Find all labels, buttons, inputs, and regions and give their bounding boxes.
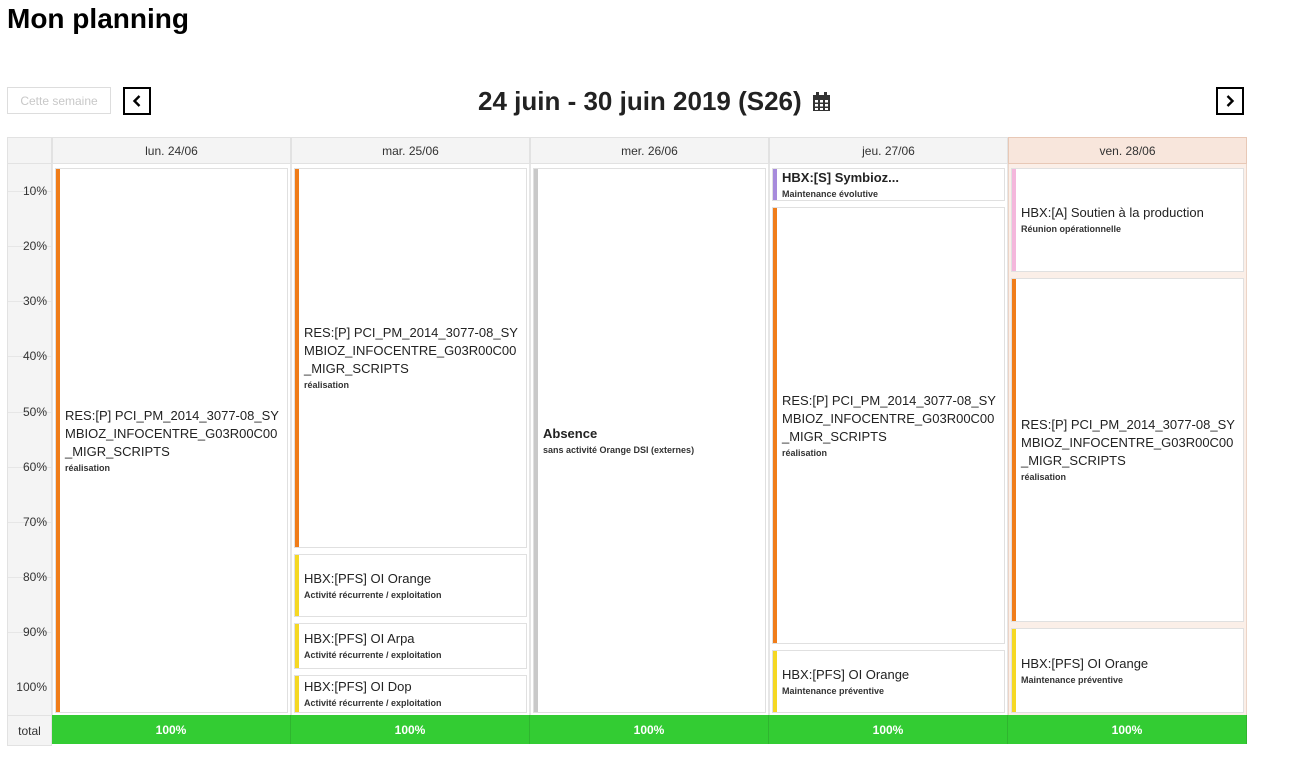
axis-label: 70% xyxy=(22,515,47,529)
event-title: RES:[P] PCI_PM_2014_3077-08_SYMBIOZ_INFO… xyxy=(304,325,518,376)
axis-label: 30% xyxy=(22,294,47,308)
event-color-bar xyxy=(295,555,299,616)
day-header: lun. 24/06 xyxy=(52,137,291,164)
day-header: mar. 25/06 xyxy=(291,137,530,164)
day-column[interactable]: HBX:[A] Soutien à la production Réunion o… xyxy=(1008,164,1247,715)
week-range-heading: 24 juin - 30 juin 2019 (S26) xyxy=(478,86,831,117)
percentage-axis: 10% 20% 30% 40% 50% 60% 70% 80% 90% 100% xyxy=(7,164,52,715)
event-color-bar xyxy=(295,624,299,668)
event-subtitle: Réunion opérationnelle xyxy=(1021,224,1122,234)
planning-event[interactable]: RES:[P] PCI_PM_2014_3077-08_SYMBIOZ_INFO… xyxy=(772,207,1005,644)
day-header: mer. 26/06 xyxy=(530,137,769,164)
event-color-bar xyxy=(773,169,777,200)
planning-event[interactable]: HBX:[A] Soutien à la production Réunion o… xyxy=(1011,168,1244,272)
event-subtitle: Activité récurrente / exploitation xyxy=(304,698,442,708)
planning-event[interactable]: HBX:[PFS] OI Arpa Activité récurrente / e… xyxy=(294,623,527,669)
total-label: total xyxy=(7,715,52,746)
planning-event[interactable]: HBX:[PFS] OI Orange Maintenance préventiv… xyxy=(772,650,1005,713)
axis-label: 40% xyxy=(22,349,47,363)
axis-label: 10% xyxy=(22,184,47,198)
this-week-button[interactable]: Cette semaine xyxy=(7,87,111,114)
planning-grid: 10% 20% 30% 40% 50% 60% 70% 80% 90% 100% total lu… xyxy=(7,137,1247,746)
event-title: RES:[P] PCI_PM_2014_3077-08_SYMBIOZ_INFO… xyxy=(65,407,279,459)
event-color-bar xyxy=(295,676,299,712)
planning-event[interactable]: HBX:[S] Symbioz... Maintenance évolutive xyxy=(772,168,1005,201)
day-total: 100% xyxy=(769,715,1008,744)
event-subtitle: réalisation xyxy=(304,380,350,390)
previous-week-button[interactable] xyxy=(123,87,151,115)
planning-event[interactable]: HBX:[PFS] OI Orange Activité récurrente /… xyxy=(294,554,527,617)
day-column[interactable]: HBX:[S] Symbioz... Maintenance évolutive R… xyxy=(769,164,1008,715)
event-color-bar xyxy=(1012,279,1016,621)
event-title: RES:[P] PCI_PM_2014_3077-08_SYMBIOZ_INFO… xyxy=(1021,417,1235,468)
event-color-bar xyxy=(1012,629,1016,712)
calendar-icon[interactable] xyxy=(812,91,831,112)
planning-event[interactable]: Absence sans activité Orange DSI (externe… xyxy=(533,168,766,713)
axis-header-corner xyxy=(7,137,52,164)
day-total: 100% xyxy=(1008,715,1247,744)
event-color-bar xyxy=(56,169,60,712)
event-subtitle: réalisation xyxy=(1021,472,1067,482)
event-subtitle: Activité récurrente / exploitation xyxy=(304,650,442,660)
axis-label: 100% xyxy=(16,680,47,694)
day-column[interactable]: RES:[P] PCI_PM_2014_3077-08_SYMBIOZ_INFO… xyxy=(52,164,291,715)
event-color-bar xyxy=(773,208,777,643)
axis-label: 60% xyxy=(22,460,47,474)
planning-event[interactable]: HBX:[PFS] OI Dop Activité récurrente / ex… xyxy=(294,675,527,713)
event-subtitle: Maintenance préventive xyxy=(782,685,885,696)
event-title: HBX:[S] Symbioz... xyxy=(782,169,900,185)
event-subtitle: Maintenance préventive xyxy=(1021,674,1124,685)
event-color-bar xyxy=(1012,169,1016,271)
day-header: ven. 28/06 xyxy=(1008,137,1247,164)
event-title: HBX:[PFS] OI Orange xyxy=(1021,655,1149,671)
event-subtitle: Maintenance évolutive xyxy=(782,188,879,199)
event-subtitle: sans activité Orange DSI (externes) xyxy=(543,444,695,455)
day-column[interactable]: Absence sans activité Orange DSI (externe… xyxy=(530,164,769,715)
event-title: HBX:[A] Soutien à la production xyxy=(1021,205,1204,220)
event-subtitle: Activité récurrente / exploitation xyxy=(304,589,442,600)
page-title: Mon planning xyxy=(7,3,189,34)
day-header: jeu. 27/06 xyxy=(769,137,1008,164)
day-total: 100% xyxy=(52,715,291,744)
planning-event[interactable]: HBX:[PFS] OI Orange Maintenance préventiv… xyxy=(1011,628,1244,713)
event-subtitle: réalisation xyxy=(782,447,828,458)
planning-event[interactable]: RES:[P] PCI_PM_2014_3077-08_SYMBIOZ_INFO… xyxy=(294,168,527,548)
planning-event[interactable]: RES:[P] PCI_PM_2014_3077-08_SYMBIOZ_INFO… xyxy=(55,168,288,713)
chevron-left-icon xyxy=(132,95,141,107)
day-total: 100% xyxy=(530,715,769,744)
event-color-bar xyxy=(773,651,777,712)
event-color-bar xyxy=(534,169,538,712)
axis-label: 20% xyxy=(22,239,47,253)
week-range-text: 24 juin - 30 juin 2019 (S26) xyxy=(478,86,802,116)
event-title: HBX:[PFS] OI Orange xyxy=(304,570,432,586)
event-title: HBX:[PFS] OI Orange xyxy=(782,666,910,682)
day-column[interactable]: RES:[P] PCI_PM_2014_3077-08_SYMBIOZ_INFO… xyxy=(291,164,530,715)
event-title: RES:[P] PCI_PM_2014_3077-08_SYMBIOZ_INFO… xyxy=(782,392,996,444)
event-title: HBX:[PFS] OI Arpa xyxy=(304,631,415,646)
event-subtitle: réalisation xyxy=(65,462,111,473)
planning-event[interactable]: RES:[P] PCI_PM_2014_3077-08_SYMBIOZ_INFO… xyxy=(1011,278,1244,622)
axis-label: 90% xyxy=(22,625,47,639)
next-week-button[interactable] xyxy=(1216,87,1244,115)
event-title: HBX:[PFS] OI Dop xyxy=(304,679,412,694)
event-color-bar xyxy=(295,169,299,547)
chevron-right-icon xyxy=(1226,95,1235,107)
axis-label: 50% xyxy=(22,405,47,419)
axis-label: 80% xyxy=(22,570,47,584)
event-title: Absence xyxy=(543,425,598,441)
day-total: 100% xyxy=(291,715,530,744)
